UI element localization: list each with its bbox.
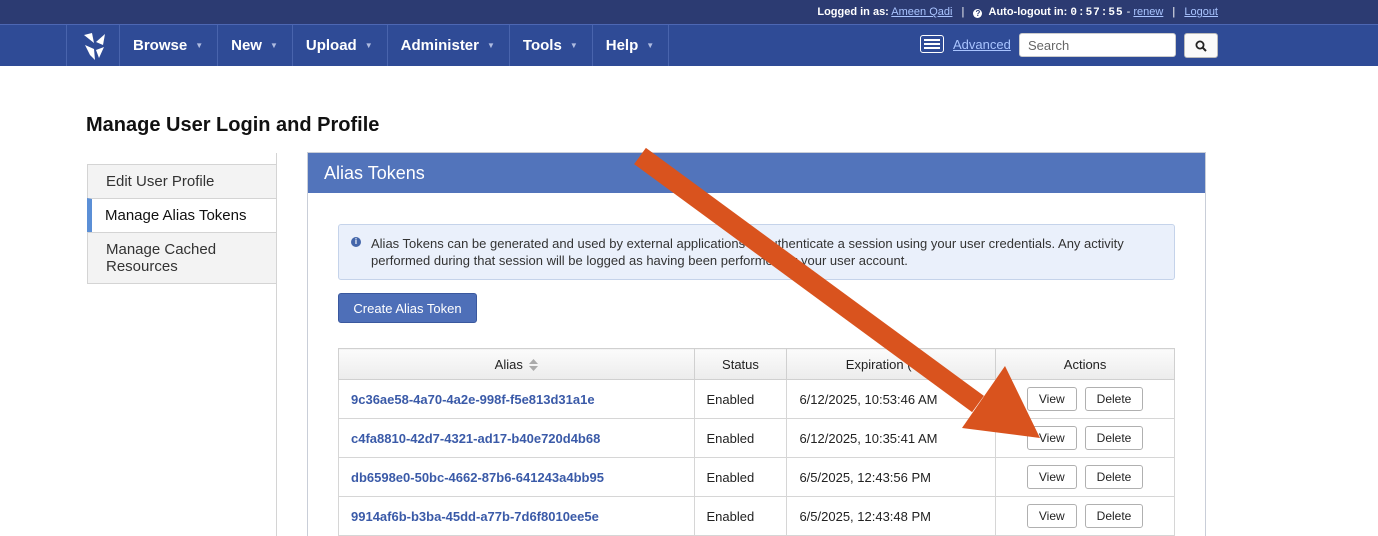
actions-cell: View Delete: [995, 457, 1175, 497]
nav-administer[interactable]: Administer ▼: [388, 25, 510, 66]
nav-tools[interactable]: Tools ▼: [510, 25, 593, 66]
sidebar-item-label: Edit User Profile: [106, 173, 215, 190]
page-title: Manage User Login and Profile: [86, 114, 380, 136]
column-header-actions: Actions: [995, 348, 1175, 380]
nav-menu: Browse ▼ New ▼ Upload ▼ Administer ▼ Tools ▼ …: [120, 25, 670, 66]
table-row: db6598e0-50bc-4662-87b6-641243a4bb95 Ena…: [338, 457, 1175, 497]
clock-icon: ?: [973, 9, 983, 18]
create-alias-token-button[interactable]: Create Alias Token: [338, 293, 477, 323]
sort-icon[interactable]: [528, 359, 538, 372]
nav-help[interactable]: Help ▼: [593, 25, 670, 66]
delete-button[interactable]: Delete: [1084, 387, 1144, 411]
sidebar-item-label: Manage Cached Resources: [106, 241, 217, 275]
status-cell: Enabled: [693, 496, 788, 536]
status-cell: Enabled: [693, 418, 788, 458]
separator: |: [1172, 6, 1176, 18]
delete-button[interactable]: Delete: [1084, 426, 1144, 450]
sidebar-item-edit-profile[interactable]: Edit User Profile: [87, 164, 277, 198]
divider: [276, 153, 277, 536]
search-input[interactable]: [1019, 33, 1176, 57]
chevron-down-icon: ▼: [195, 41, 204, 50]
logout-link[interactable]: Logout: [1184, 6, 1218, 18]
renew-link[interactable]: renew: [1133, 6, 1163, 18]
expiration-cell: 6/12/2025, 10:35:41 AM: [786, 418, 997, 458]
sidebar-item-label: Manage Alias Tokens: [105, 207, 247, 224]
sidebar-item-cached-resources[interactable]: Manage Cached Resources: [87, 232, 277, 284]
alias-cell[interactable]: 9914af6b-b3ba-45dd-a77b-7d6f8010ee5e: [338, 496, 695, 536]
session-info: Logged in as: Ameen Qadi | ? Auto-logout…: [817, 6, 1218, 19]
status-cell: Enabled: [693, 457, 788, 497]
chevron-down-icon: ▼: [364, 41, 373, 50]
column-header-alias[interactable]: Alias: [338, 348, 695, 380]
panel-title: Alias Tokens: [308, 153, 1205, 193]
expiration-cell: 6/5/2025, 12:43:56 PM: [786, 457, 997, 497]
nav-new[interactable]: New ▼: [218, 25, 293, 66]
alias-cell[interactable]: db6598e0-50bc-4662-87b6-641243a4bb95: [338, 457, 695, 497]
alias-cell[interactable]: 9c36ae58-4a70-4a2e-998f-f5e813d31a1e: [338, 379, 695, 419]
autologout-label: Auto-logout in:: [988, 6, 1068, 18]
alias-cell[interactable]: c4fa8810-42d7-4321-ad17-b40e720d4b68: [338, 418, 695, 458]
chevron-down-icon: ▼: [487, 41, 495, 50]
advanced-search[interactable]: Advanced: [920, 35, 1011, 53]
view-button[interactable]: View: [1026, 387, 1077, 411]
advanced-search-icon[interactable]: [920, 35, 944, 53]
expiration-cell: 6/12/2025, 10:53:46 AM: [786, 379, 997, 419]
sidebar-item-alias-tokens[interactable]: Manage Alias Tokens: [87, 198, 277, 232]
main-navbar: Browse ▼ New ▼ Upload ▼ Administer ▼ Tools ▼ …: [0, 24, 1378, 66]
chevron-down-icon: ▼: [646, 41, 655, 50]
advanced-link[interactable]: Advanced: [953, 37, 1011, 52]
actions-cell: View Delete: [995, 379, 1175, 419]
table-header-row: Alias Status Expiration (est.) Actions: [338, 348, 1175, 380]
delete-button[interactable]: Delete: [1084, 465, 1144, 489]
nav-upload[interactable]: Upload ▼: [293, 25, 388, 66]
table-row: c4fa8810-42d7-4321-ad17-b40e720d4b68 Ena…: [338, 418, 1175, 458]
chevron-down-icon: ▼: [569, 41, 578, 50]
table-row: 9914af6b-b3ba-45dd-a77b-7d6f8010ee5e Ena…: [338, 496, 1175, 536]
column-header-status: Status: [693, 348, 788, 380]
chevron-down-icon: ▼: [269, 41, 278, 50]
status-cell: Enabled: [693, 379, 788, 419]
separator: |: [961, 6, 965, 18]
nav-browse[interactable]: Browse ▼: [120, 25, 219, 66]
view-button[interactable]: View: [1026, 504, 1077, 528]
sidebar: Edit User Profile Manage Alias Tokens Ma…: [87, 164, 277, 284]
info-message: i Alias Tokens can be generated and used…: [338, 224, 1175, 280]
alias-tokens-panel: Alias Tokens i Alias Tokens can be gener…: [307, 152, 1206, 536]
column-header-expiration: Expiration (est.): [786, 348, 997, 380]
autologout-timer: 0:57:55: [1070, 7, 1124, 19]
info-text: Alias Tokens can be generated and used b…: [371, 236, 1124, 268]
expiration-cell: 6/5/2025, 12:43:48 PM: [786, 496, 997, 536]
actions-cell: View Delete: [995, 496, 1175, 536]
delete-button[interactable]: Delete: [1084, 504, 1144, 528]
top-status-bar: Logged in as: Ameen Qadi | ? Auto-logout…: [0, 0, 1378, 24]
logo-icon[interactable]: [66, 25, 120, 66]
alias-tokens-table: Alias Status Expiration (est.) Actions 9…: [338, 348, 1175, 536]
user-link[interactable]: Ameen Qadi: [891, 6, 952, 18]
info-icon: i: [351, 237, 361, 247]
actions-cell: View Delete: [995, 418, 1175, 458]
table-row: 9c36ae58-4a70-4a2e-998f-f5e813d31a1e Ena…: [338, 379, 1175, 419]
search-button[interactable]: [1184, 33, 1218, 58]
search-icon: [1195, 40, 1207, 52]
logged-in-label: Logged in as:: [817, 6, 889, 18]
view-button[interactable]: View: [1026, 465, 1077, 489]
view-button[interactable]: View: [1026, 426, 1077, 450]
